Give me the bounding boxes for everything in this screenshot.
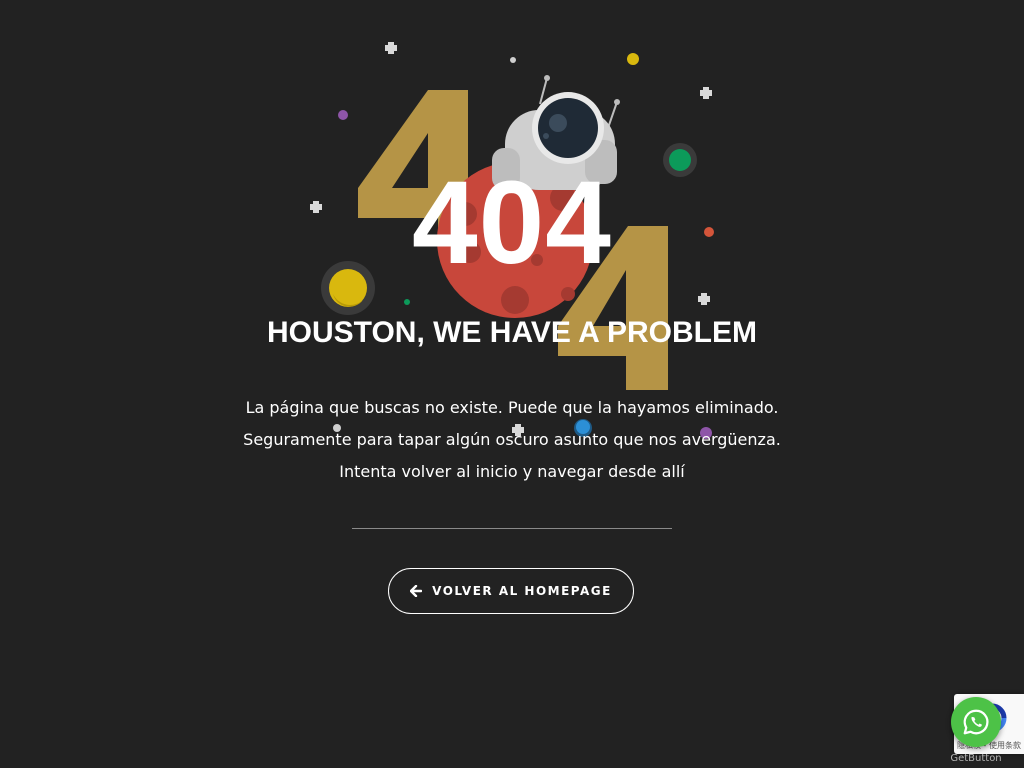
star-icon	[698, 293, 710, 305]
star-icon	[385, 42, 397, 54]
message-line: La página que buscas no existe. Puede qu…	[245, 398, 779, 417]
error-code: 404	[412, 157, 612, 289]
error-page: 404 HOUSTON, WE HAVE A PROBLEM La página…	[0, 0, 1024, 768]
whatsapp-chat-button[interactable]	[951, 697, 1001, 747]
planet-icon	[627, 53, 639, 65]
arrow-left-icon	[410, 585, 423, 597]
divider	[352, 528, 672, 529]
planet-icon	[510, 57, 516, 63]
planet-icon	[338, 110, 348, 120]
back-to-homepage-button[interactable]: VOLVER AL HOMEPAGE	[388, 568, 634, 614]
back-to-homepage-label: VOLVER AL HOMEPAGE	[432, 584, 612, 598]
message-line: Intenta volver al inicio y navegar desde…	[339, 462, 685, 481]
error-message: La página que buscas no existe. Puede qu…	[0, 392, 1024, 488]
whatsapp-icon	[963, 709, 989, 735]
star-icon	[700, 87, 712, 99]
getbutton-credit[interactable]: GetButton	[940, 753, 1012, 764]
planet-icon	[404, 299, 410, 305]
page-title: HOUSTON, WE HAVE A PROBLEM	[266, 316, 758, 349]
message-line: Seguramente para tapar algún oscuro asun…	[243, 430, 781, 449]
